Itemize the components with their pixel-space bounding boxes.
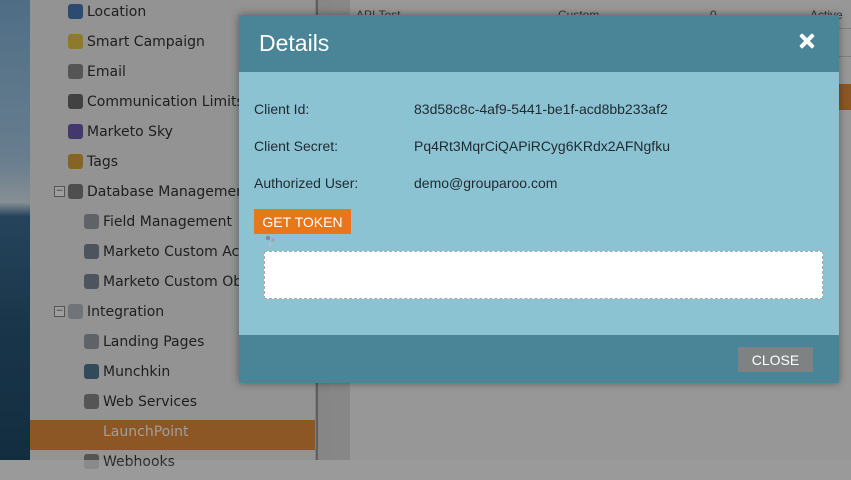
get-token-button[interactable]: GET TOKEN	[254, 209, 351, 234]
close-button[interactable]: CLOSE	[738, 347, 813, 372]
authorized-user-label: Authorized User:	[254, 175, 359, 191]
client-secret-value: Pq4Rt3MqrCiQAPiRCyg6KRdx2AFNgfku	[414, 138, 670, 154]
client-id-value: 83d58c8c-4af9-5441-be1f-acd8bb233af2	[414, 101, 668, 117]
dialog-footer: CLOSE	[239, 335, 839, 383]
loading-icon	[265, 235, 275, 246]
token-output-field[interactable]	[264, 251, 823, 299]
client-secret-label: Client Secret:	[254, 138, 339, 154]
dialog-title: Details	[259, 30, 330, 56]
dialog-header: Details	[239, 15, 839, 72]
authorized-user-value: demo@grouparoo.com	[414, 175, 558, 191]
client-id-label: Client Id:	[254, 101, 310, 117]
details-dialog: Details Client Id: 83d58c8c-4af9-5441-be…	[239, 15, 839, 383]
close-icon[interactable]	[797, 31, 817, 51]
